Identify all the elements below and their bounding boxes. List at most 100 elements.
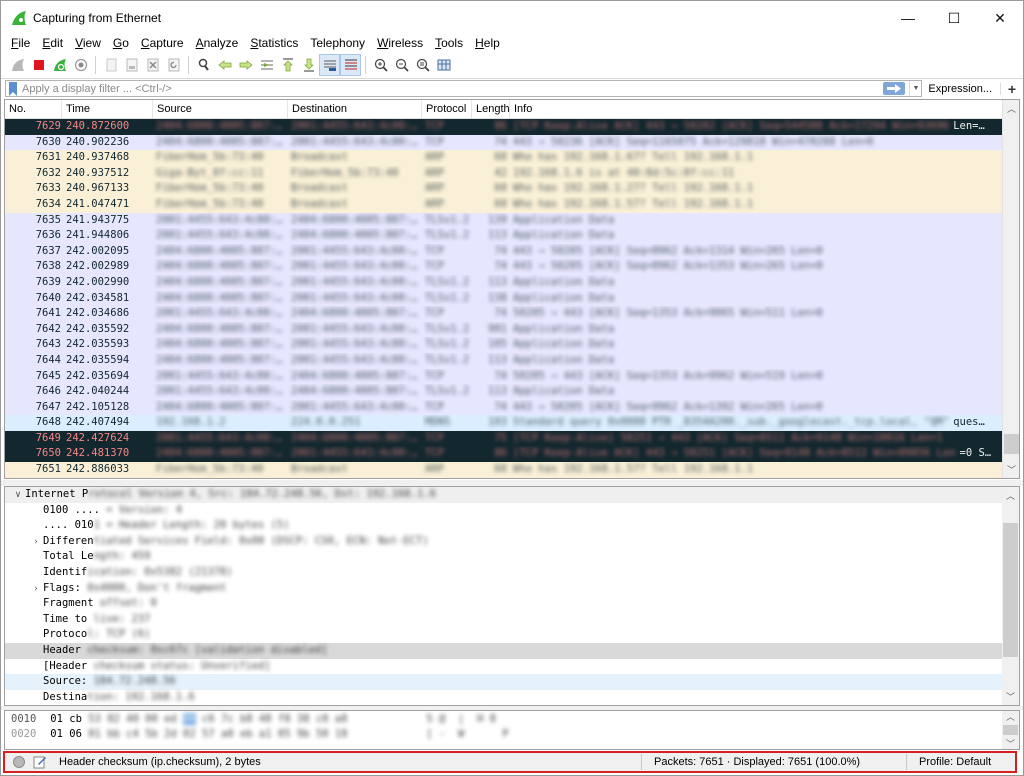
scrollbar-thumb[interactable]: [1003, 725, 1018, 735]
column-header-source[interactable]: Source: [153, 100, 288, 118]
column-header-length[interactable]: Length: [472, 100, 510, 118]
go-last-button[interactable]: [298, 54, 319, 76]
packet-row[interactable]: 7641 242.034686 2001:4455:643:4c00:… 2404:6…: [5, 306, 1003, 322]
minimize-button[interactable]: —: [885, 1, 931, 35]
expression-button[interactable]: Expression...: [928, 82, 1002, 95]
menu-help[interactable]: Help: [469, 34, 506, 52]
scroll-down-icon[interactable]: ﹀: [1002, 688, 1019, 705]
chevron-down-icon[interactable]: ∨: [11, 488, 25, 504]
detail-tree-item[interactable]: ∨ Internet Protocol Version 4, Src: 184.7…: [5, 487, 1002, 503]
scroll-down-icon[interactable]: ﹀: [1002, 735, 1019, 749]
detail-tree-item[interactable]: [Header checksum status: Unverified]: [5, 659, 1002, 675]
menu-wireless[interactable]: Wireless: [371, 34, 429, 52]
packet-row[interactable]: 7630 240.902236 2404:6800:4005:807:… 2001:4…: [5, 134, 1003, 151]
add-filter-button[interactable]: +: [1001, 81, 1023, 97]
detail-tree-item[interactable]: Fragment offset: 0: [5, 596, 1002, 612]
scroll-down-icon[interactable]: ﹀: [1003, 461, 1019, 478]
menu-analyze[interactable]: Analyze: [190, 34, 245, 52]
open-file-button[interactable]: [100, 54, 121, 76]
reload-file-button[interactable]: [163, 54, 184, 76]
packet-row[interactable]: 7644 242.035594 2404:6800:4005:807:… 2001:4…: [5, 352, 1003, 369]
restart-capture-button[interactable]: [49, 54, 70, 76]
colorize-button[interactable]: [340, 54, 361, 76]
packet-row[interactable]: 7631 240.937468 FiberHom_5b:73:40 Broadcast…: [5, 150, 1003, 166]
auto-scroll-button[interactable]: [319, 54, 340, 76]
packet-list-scrollbar[interactable]: ︿ ﹀: [1002, 100, 1019, 478]
scrollbar-thumb[interactable]: [1004, 434, 1019, 454]
close-button[interactable]: ✕: [977, 1, 1023, 35]
zoom-out-button[interactable]: [391, 54, 412, 76]
packet-row[interactable]: 7647 242.105128 2404:6800:4005:807:… 2001:4…: [5, 399, 1003, 416]
go-to-packet-button[interactable]: [256, 54, 277, 76]
zoom-in-button[interactable]: [370, 54, 391, 76]
bookmark-icon[interactable]: [8, 81, 18, 96]
go-first-button[interactable]: [277, 54, 298, 76]
capture-comment-icon[interactable]: [33, 755, 47, 769]
packet-row[interactable]: 7638 242.002989 2404:6800:4005:807:… 2001:4…: [5, 259, 1003, 275]
detail-tree-item[interactable]: Protocol: TCP (6): [5, 627, 1002, 643]
packet-row[interactable]: 7636 241.944806 2001:4455:643:4c00:… 2404:6…: [5, 228, 1003, 244]
packet-row[interactable]: 7651 242.886033 FiberHom_5b:73:40 Broadcast…: [5, 462, 1003, 478]
find-packet-button[interactable]: [193, 54, 214, 76]
column-header-no[interactable]: No.: [5, 100, 62, 118]
column-header-info[interactable]: Info: [510, 100, 1003, 118]
start-capture-button[interactable]: [7, 54, 28, 76]
display-filter-input[interactable]: [22, 82, 884, 95]
apply-filter-button[interactable]: [883, 82, 906, 95]
detail-tree-item[interactable]: .... 0101 = Header Length: 20 bytes (5): [5, 518, 1002, 534]
stop-capture-button[interactable]: [28, 54, 49, 76]
packet-row[interactable]: 7633 240.967133 FiberHom_5b:73:40 Broadcast…: [5, 181, 1003, 197]
bytes-scrollbar[interactable]: ︿ ﹀: [1002, 711, 1019, 749]
packet-row[interactable]: 7637 242.002095 2404:6800:4005:807:… 2001:4…: [5, 243, 1003, 260]
packet-row[interactable]: 7642 242.035592 2404:6800:4005:807:… 2001:4…: [5, 321, 1003, 338]
packet-row[interactable]: 7640 242.034581 2404:6800:4005:807:… 2001:4…: [5, 290, 1003, 307]
packet-row[interactable]: 7648 242.407494 192.168.1.2 224.0.0.251 MDNS…: [5, 415, 1003, 431]
filter-history-dropdown[interactable]: ▼: [909, 81, 921, 96]
resize-columns-button[interactable]: [433, 54, 454, 76]
detail-tree-item[interactable]: Time to live: 237: [5, 612, 1002, 628]
packet-row[interactable]: 7650 242.481370 2404:6800:4005:807:… 2001:4…: [5, 446, 1003, 463]
packet-row[interactable]: 7646 242.040244 2001:4455:643:4c00:… 2404:6…: [5, 384, 1003, 400]
menu-view[interactable]: View: [69, 34, 107, 52]
detail-tree-item[interactable]: › Differentiated Services Field: 0x00 (DS…: [5, 534, 1002, 550]
go-forward-button[interactable]: [235, 54, 256, 76]
maximize-button[interactable]: ☐: [931, 1, 977, 35]
detail-tree-item[interactable]: 0100 .... = Version: 4: [5, 503, 1002, 519]
detail-tree-item[interactable]: Identification: 0x5382 (21378): [5, 565, 1002, 581]
go-back-button[interactable]: [214, 54, 235, 76]
save-file-button[interactable]: [121, 54, 142, 76]
detail-tree-item[interactable]: Source: 184.72.248.56: [5, 674, 1002, 690]
details-scrollbar[interactable]: ︿ ﹀: [1002, 487, 1019, 705]
menu-tools[interactable]: Tools: [429, 34, 469, 52]
packet-row[interactable]: 7629 240.872600 2404:6800:4005:807:… 2001:4…: [5, 119, 1003, 135]
column-header-destination[interactable]: Destination: [288, 100, 422, 118]
profile-switcher[interactable]: Profile: Default: [907, 756, 991, 768]
chevron-right-icon[interactable]: ›: [29, 582, 43, 598]
capture-options-button[interactable]: [70, 54, 91, 76]
packet-row[interactable]: 7643 242.035593 2404:6800:4005:807:… 2001:4…: [5, 337, 1003, 353]
packet-row[interactable]: 7639 242.002990 2404:6800:4005:807:… 2001:4…: [5, 274, 1003, 291]
hex-dump-row[interactable]: 0020 01 06 01 bb c4 5b 2d 02 57 a0 eb a1 …: [5, 727, 1019, 741]
packet-row[interactable]: 7645 242.035694 2001:4455:643:4c00:… 2404:6…: [5, 368, 1003, 385]
chevron-right-icon[interactable]: ›: [29, 535, 43, 551]
detail-tree-item[interactable]: Total Length: 459: [5, 549, 1002, 565]
menu-statistics[interactable]: Statistics: [244, 34, 304, 52]
detail-tree-item[interactable]: Destination: 192.168.1.6: [5, 690, 1002, 705]
scroll-up-icon[interactable]: ︿: [1003, 100, 1019, 117]
menu-capture[interactable]: Capture: [135, 34, 190, 52]
menu-go[interactable]: Go: [107, 34, 135, 52]
menu-edit[interactable]: Edit: [36, 34, 69, 52]
zoom-normal-button[interactable]: [412, 54, 433, 76]
hex-dump-row[interactable]: 0010 01 cb 53 82 40 00 ed 06 c6 7c b8 48 …: [5, 712, 1019, 726]
expert-info-led-icon[interactable]: [13, 756, 25, 768]
column-header-time[interactable]: Time: [62, 100, 153, 118]
packet-row[interactable]: 7632 240.937512 Giga-Byt_8f:cc:11 FiberHom_…: [5, 165, 1003, 182]
scroll-up-icon[interactable]: ︿: [1002, 487, 1019, 504]
packet-row[interactable]: 7635 241.943775 2001:4455:643:4c00:… 2404:6…: [5, 212, 1003, 229]
menu-telephony[interactable]: Telephony: [304, 34, 371, 52]
column-header-protocol[interactable]: Protocol: [422, 100, 472, 118]
scroll-up-icon[interactable]: ︿: [1002, 711, 1019, 725]
detail-tree-item[interactable]: › Flags: 0x4000, Don't fragment: [5, 581, 1002, 597]
packet-row[interactable]: 7649 242.427624 2001:4455:643:4c00:… 2404:6…: [5, 430, 1003, 447]
close-file-button[interactable]: [142, 54, 163, 76]
